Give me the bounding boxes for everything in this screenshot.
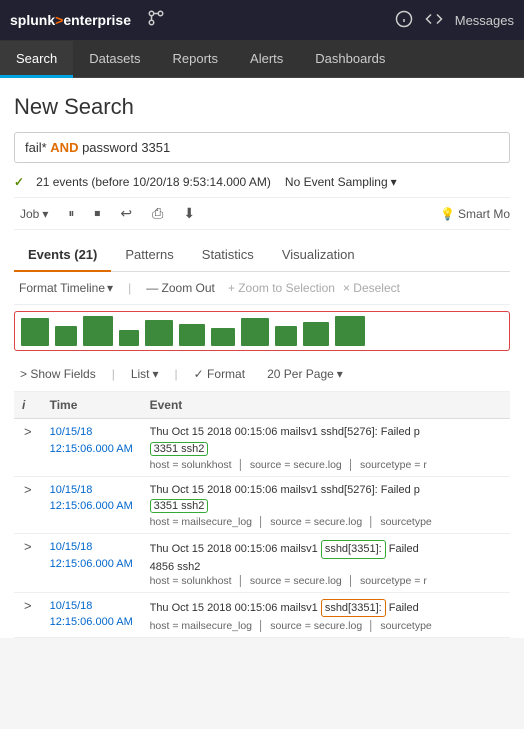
event-meta: host = mailsecure_log │ source = secure.… — [150, 516, 460, 528]
event-highlight-row: 3351 ssh2 — [150, 441, 502, 457]
table-row: > 10/15/1812:15:06.000 AM Thu Oct 15 201… — [14, 534, 510, 593]
event-time: 10/15/1812:15:06.000 AM — [50, 482, 134, 515]
subtab-patterns[interactable]: Patterns — [111, 239, 187, 272]
search-bar[interactable]: fail* AND password 3351 — [14, 132, 510, 163]
event-time: 10/15/1812:15:06.000 AM — [50, 424, 134, 457]
events-count-text: 21 events (before 10/20/18 9:53:14.000 A… — [36, 175, 271, 189]
tab-dashboards[interactable]: Dashboards — [299, 41, 401, 78]
tab-datasets[interactable]: Datasets — [73, 41, 156, 78]
page-title: New Search — [14, 94, 510, 120]
tab-alerts[interactable]: Alerts — [234, 41, 299, 78]
per-page-button[interactable]: 20 Per Page ▾ — [261, 365, 349, 383]
table-row: > 10/15/1812:15:06.000 AM Thu Oct 15 201… — [14, 419, 510, 477]
timeline-chart — [14, 311, 510, 351]
lightbulb-icon: 💡 — [440, 207, 455, 221]
export-button[interactable]: ⬇ — [177, 202, 201, 225]
print-icon: ⎙ — [152, 205, 163, 222]
event-text: Thu Oct 15 2018 00:15:06 mailsv1 sshd[33… — [150, 598, 460, 619]
export-icon: ⬇ — [183, 205, 195, 222]
show-fields-button[interactable]: > Show Fields — [14, 365, 102, 383]
smart-mode-button[interactable]: 💡 Smart Mo — [440, 207, 510, 221]
sub-tabs: Events (21) Patterns Statistics Visualiz… — [14, 238, 510, 272]
logo[interactable]: splunk>enterprise — [10, 12, 131, 28]
stop-icon: ⏹ — [94, 206, 100, 221]
stop-button[interactable]: ⏹ — [88, 203, 106, 224]
timeline-bar — [21, 318, 49, 346]
timeline-bar — [303, 322, 329, 346]
zoom-out-button[interactable]: — Zoom Out — [141, 279, 220, 297]
content-area: New Search fail* AND password 3351 ✓ 21 … — [0, 78, 524, 638]
subtab-statistics[interactable]: Statistics — [188, 239, 268, 272]
event-highlight-green: 3351 ssh2 — [150, 499, 209, 513]
timeline-bar — [241, 318, 269, 346]
expand-row-button[interactable]: > — [22, 482, 34, 497]
branch-icon[interactable] — [147, 9, 165, 32]
timeline-bar — [145, 320, 173, 346]
event-time: 10/15/1812:15:06.000 AM — [50, 539, 134, 572]
event-highlight-row: 3351 ssh2 — [150, 498, 502, 514]
share-button[interactable]: ↩ — [114, 202, 138, 225]
event-sampling-button[interactable]: No Event Sampling ▾ — [281, 173, 401, 191]
timeline-bar — [55, 326, 77, 346]
tab-search[interactable]: Search — [0, 41, 73, 78]
zoom-to-selection-text: + Zoom to Selection — [228, 281, 335, 295]
share-icon: ↩ — [120, 205, 132, 222]
status-checkmark: ✓ — [14, 175, 24, 189]
event-text: Thu Oct 15 2018 00:15:06 mailsv1 sshd[33… — [150, 539, 460, 560]
format-button[interactable]: ✓ Format — [188, 365, 251, 383]
timeline-bar — [119, 330, 139, 346]
subtab-visualization[interactable]: Visualization — [268, 239, 369, 272]
timeline-controls: Format Timeline ▾ | — Zoom Out + Zoom to… — [14, 272, 510, 305]
event-text: Thu Oct 15 2018 00:15:06 mailsv1 sshd[52… — [150, 482, 460, 499]
toolbar: Job ▾ ⏸ ⏹ ↩ ⎙ ⬇ 💡 Smart Mo — [14, 197, 510, 230]
timeline-bar — [275, 326, 297, 346]
expand-row-button[interactable]: > — [22, 598, 34, 613]
table-row: > 10/15/1812:15:06.000 AM Thu Oct 15 201… — [14, 476, 510, 534]
timeline-bar — [83, 316, 113, 346]
event-text: Thu Oct 15 2018 00:15:06 mailsv1 sshd[52… — [150, 424, 460, 441]
expand-row-button[interactable]: > — [22, 424, 34, 439]
col-header-event: Event — [142, 392, 510, 419]
event-meta: host = solunkhost │ source = secure.log … — [150, 575, 460, 587]
table-row: > 10/15/1812:15:06.000 AM Thu Oct 15 201… — [14, 592, 510, 638]
main-navbar: Search Datasets Reports Alerts Dashboard… — [0, 40, 524, 78]
messages-button[interactable]: Messages — [455, 13, 514, 28]
event-meta: host = solunkhost │ source = secure.log … — [150, 459, 460, 471]
pause-icon: ⏸ — [68, 206, 74, 221]
list-button[interactable]: List ▾ — [125, 365, 165, 383]
col-header-time: Time — [42, 392, 142, 419]
event-meta: host = mailsecure_log │ source = secure.… — [150, 620, 460, 632]
expand-row-button[interactable]: > — [22, 539, 34, 554]
event-extra: 4856 ssh2 — [150, 561, 502, 573]
job-button[interactable]: Job ▾ — [14, 204, 54, 224]
search-query: fail* AND password 3351 — [25, 140, 170, 155]
events-table: i Time Event > 10/15/1812:15:06.000 AM T… — [14, 392, 510, 638]
timeline-bar — [179, 324, 205, 346]
deselect-text: × Deselect — [343, 281, 400, 295]
pause-button[interactable]: ⏸ — [62, 203, 80, 224]
code-icon[interactable] — [425, 10, 443, 31]
results-controls: > Show Fields | List ▾ | ✓ Format 20 Per… — [14, 357, 510, 392]
subtab-events[interactable]: Events (21) — [14, 239, 111, 272]
col-header-i: i — [14, 392, 42, 419]
status-bar: ✓ 21 events (before 10/20/18 9:53:14.000… — [14, 173, 510, 191]
event-highlight-green: 3351 ssh2 — [150, 442, 209, 456]
format-timeline-button[interactable]: Format Timeline ▾ — [14, 279, 118, 297]
event-highlight-orange: sshd[3351]: — [321, 599, 386, 618]
tab-reports[interactable]: Reports — [157, 41, 235, 78]
info-circle-icon[interactable] — [395, 10, 413, 31]
event-highlight-green: sshd[3351]: — [321, 540, 386, 559]
event-time: 10/15/1812:15:06.000 AM — [50, 598, 134, 631]
print-button[interactable]: ⎙ — [146, 202, 169, 225]
timeline-bar — [335, 316, 365, 346]
top-navbar: splunk>enterprise Messages — [0, 0, 524, 40]
timeline-bar — [211, 328, 235, 346]
